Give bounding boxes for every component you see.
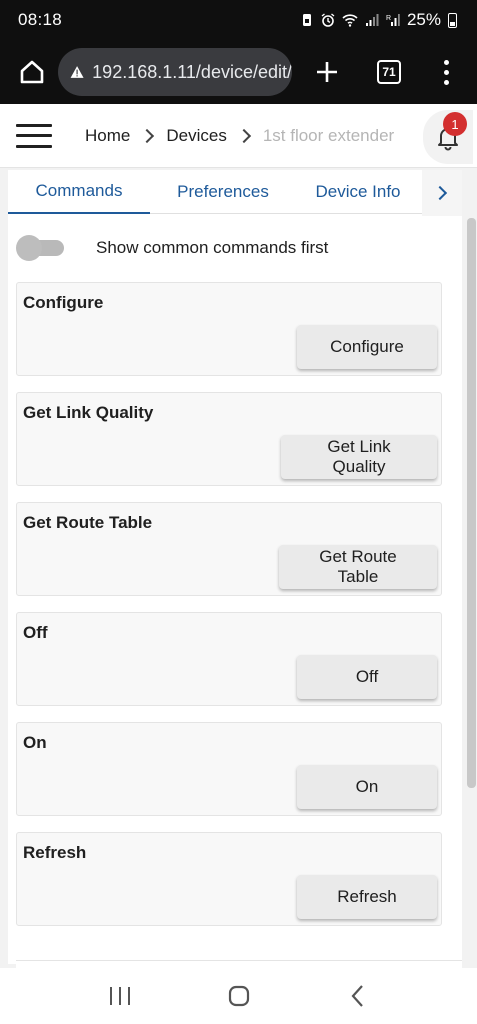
common-commands-toggle-row: Show common commands first — [16, 228, 328, 268]
back-icon — [351, 985, 363, 1007]
command-title: Refresh — [23, 843, 87, 862]
notification-badge: 1 — [443, 112, 467, 136]
chevron-right-icon — [236, 128, 251, 143]
command-card-get-route-table: Get Route Table Get Route Table — [16, 502, 442, 596]
command-card-refresh: Refresh Refresh — [16, 832, 442, 926]
next-card-edge — [16, 960, 462, 968]
tab-device-info[interactable]: Device Info — [296, 170, 420, 214]
get-route-table-button[interactable]: Get Route Table — [279, 545, 437, 589]
recents-button[interactable] — [100, 976, 140, 1016]
chevron-right-icon — [432, 185, 448, 201]
home-button[interactable] — [6, 46, 58, 98]
toggle-label: Show common commands first — [96, 238, 329, 257]
status-icons: R 25% — [300, 10, 457, 30]
tabs-icon: 71 — [377, 60, 401, 84]
app-header: Home Devices 1st floor extender 1 — [0, 104, 477, 168]
status-bar: 08:18 R 25% — [0, 0, 477, 40]
hamburger-icon[interactable] — [16, 123, 52, 148]
breadcrumb-devices[interactable]: Devices — [166, 126, 226, 146]
tab-preferences[interactable]: Preferences — [150, 170, 296, 214]
page-scrollbar[interactable] — [467, 218, 476, 788]
breadcrumb-home[interactable]: Home — [85, 126, 130, 146]
command-card-on: On On — [16, 722, 442, 816]
command-title: Get Link Quality — [23, 403, 154, 422]
warning-icon — [70, 66, 84, 78]
home-circle-icon — [228, 985, 249, 1007]
battery-icon — [448, 12, 457, 28]
browser-toolbar: 192.168.1.11/device/edit/ 71 — [0, 40, 477, 104]
command-title: Get Route Table — [23, 513, 153, 532]
chevron-right-icon — [140, 128, 155, 143]
breadcrumb-current: 1st floor extender — [262, 125, 395, 145]
system-nav-bar — [0, 968, 477, 1024]
battery-percent: 25% — [406, 10, 441, 29]
tabs-button[interactable]: 71 — [366, 49, 412, 95]
url-text: 192.168.1.11/device/edit/ — [92, 61, 292, 82]
device-panel: Commands Preferences Device Info Show co… — [8, 170, 462, 964]
more-vert-icon — [443, 59, 449, 65]
back-button[interactable] — [338, 976, 378, 1016]
home-icon — [20, 60, 44, 84]
command-card-configure: Configure Configure — [16, 282, 442, 376]
plus-icon — [317, 62, 337, 82]
alarm-icon — [321, 13, 335, 27]
sim-icon — [302, 14, 311, 26]
status-time: 08:18 — [18, 10, 63, 29]
tab-bar: Commands Preferences Device Info — [8, 170, 462, 216]
command-title: Off — [23, 623, 48, 642]
signal-icon — [365, 14, 379, 26]
wifi-icon — [342, 14, 358, 27]
notifications-button[interactable]: 1 — [423, 110, 473, 164]
new-tab-button[interactable] — [304, 49, 350, 95]
on-button[interactable]: On — [297, 765, 437, 809]
home-nav-button[interactable] — [219, 976, 259, 1016]
command-title: Configure — [23, 293, 104, 312]
tab-commands[interactable]: Commands — [8, 170, 150, 214]
common-commands-toggle[interactable] — [16, 228, 66, 268]
browser-menu-button[interactable] — [426, 49, 466, 95]
get-link-quality-button[interactable]: Get Link Quality — [281, 435, 437, 479]
configure-button[interactable]: Configure — [297, 325, 437, 369]
command-card-off: Off Off — [16, 612, 442, 706]
off-button[interactable]: Off — [297, 655, 437, 699]
address-bar[interactable]: 192.168.1.11/device/edit/ — [58, 48, 292, 96]
refresh-button[interactable]: Refresh — [297, 875, 437, 919]
recents-icon — [109, 987, 130, 1005]
signal-r-icon: R — [386, 14, 400, 26]
command-card-get-link-quality: Get Link Quality Get Link Quality — [16, 392, 442, 486]
tabs-scroll-right-button[interactable] — [422, 170, 462, 216]
breadcrumb: Home Devices 1st floor extender — [85, 126, 394, 146]
command-title: On — [23, 733, 47, 752]
svg-text:R: R — [386, 15, 391, 22]
